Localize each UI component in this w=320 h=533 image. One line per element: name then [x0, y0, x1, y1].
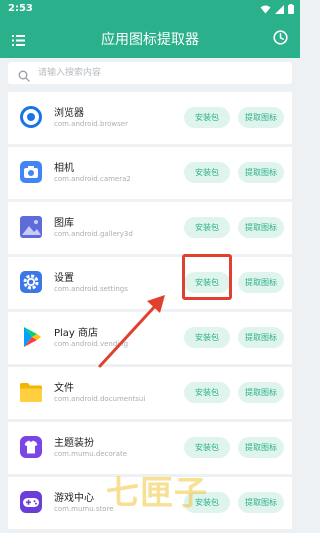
- wifi-icon: [260, 5, 271, 13]
- app-row: 相机 com.android.camera2 安装包 提取图标: [8, 147, 292, 199]
- app-row: 文件 com.android.documentsui 安装包 提取图标: [8, 367, 292, 419]
- app-package: com.android.vending: [54, 340, 129, 348]
- search-input[interactable]: [38, 64, 278, 82]
- status-time: 2:53: [8, 3, 33, 14]
- app-package: com.mumu.decorate: [54, 450, 128, 458]
- app-bar: 应用图标提取器: [0, 20, 300, 58]
- install-package-button[interactable]: 安装包: [184, 217, 230, 238]
- extract-icon-button[interactable]: 提取图标: [238, 272, 284, 293]
- theme-icon: [18, 434, 44, 460]
- play-store-icon: [18, 324, 44, 350]
- app-name: 浏览器: [54, 108, 84, 119]
- status-bar: 2:53: [0, 0, 300, 20]
- extract-icon-button[interactable]: 提取图标: [238, 437, 284, 458]
- app-row: 设置 com.android.settings 安装包 提取图标: [8, 257, 292, 309]
- app-row: 浏览器 com.android.browser 安装包 提取图标: [8, 92, 292, 144]
- app-name: 图库: [54, 218, 74, 229]
- search-bar: [8, 62, 292, 84]
- app-name: 游戏中心: [54, 493, 94, 504]
- install-package-button[interactable]: 安装包: [184, 107, 230, 128]
- folder-icon: [18, 379, 44, 405]
- app-name: 相机: [54, 163, 74, 174]
- battery-icon: [288, 4, 294, 14]
- install-package-button[interactable]: 安装包: [184, 382, 230, 403]
- extract-icon-button[interactable]: 提取图标: [238, 107, 284, 128]
- app-package: com.android.gallery3d: [54, 230, 133, 238]
- gallery-icon: [18, 214, 44, 240]
- app-name: 设置: [54, 273, 74, 284]
- app-package: com.android.documentsui: [54, 395, 146, 403]
- app-name: 主题装扮: [54, 438, 94, 449]
- page-title: 应用图标提取器: [101, 32, 199, 48]
- extract-icon-button[interactable]: 提取图标: [238, 327, 284, 348]
- extract-icon-button[interactable]: 提取图标: [238, 382, 284, 403]
- extract-icon-button[interactable]: 提取图标: [238, 492, 284, 513]
- install-package-button[interactable]: 安装包: [184, 162, 230, 183]
- extract-icon-button[interactable]: 提取图标: [238, 217, 284, 238]
- settings-icon: [18, 269, 44, 295]
- highlight-box: [182, 254, 232, 300]
- status-icons: [260, 4, 294, 14]
- app-package: com.android.settings: [54, 285, 128, 293]
- app-package: com.mumu.store: [54, 505, 114, 513]
- clock-icon[interactable]: [273, 30, 288, 49]
- app-name: Play 商店: [54, 328, 99, 339]
- app-package: com.android.camera2: [54, 175, 131, 183]
- gamepad-icon: [18, 489, 44, 515]
- browser-icon: [18, 104, 44, 130]
- app-package: com.android.browser: [54, 120, 128, 128]
- camera-icon: [18, 159, 44, 185]
- app-row: Play 商店 com.android.vending 安装包 提取图标: [8, 312, 292, 364]
- install-package-button[interactable]: 安装包: [184, 327, 230, 348]
- app-row: 图库 com.android.gallery3d 安装包 提取图标: [8, 202, 292, 254]
- watermark: 七匣子: [106, 473, 208, 512]
- install-package-button[interactable]: 安装包: [184, 437, 230, 458]
- extract-icon-button[interactable]: 提取图标: [238, 162, 284, 183]
- search-icon: [18, 67, 30, 86]
- app-name: 文件: [54, 383, 74, 394]
- signal-icon: [275, 4, 284, 14]
